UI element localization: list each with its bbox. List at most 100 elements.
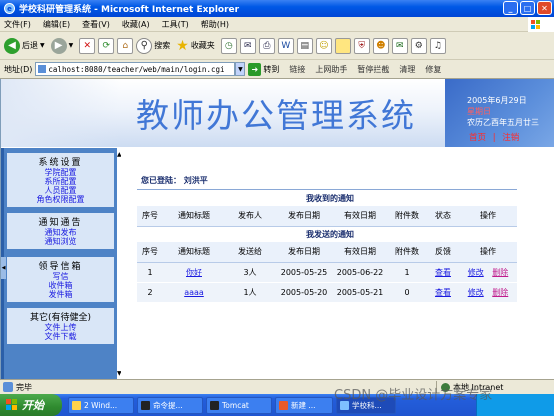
sidebar-item-outbox[interactable]: 发件箱 bbox=[7, 290, 114, 299]
watermark: CSDN @毕业设计方案专家 bbox=[334, 388, 493, 403]
sidebar-item-download[interactable]: 文件下载 bbox=[7, 332, 114, 341]
view-feedback-link[interactable]: 查看 bbox=[435, 288, 451, 297]
home-link[interactable]: 首页 bbox=[469, 133, 486, 143]
logout-link[interactable]: 注销 bbox=[502, 133, 519, 143]
popup-block-button[interactable]: 暂停拦截 bbox=[357, 64, 389, 75]
cell-actions: 修改 删除 bbox=[459, 261, 517, 282]
back-dropdown-icon[interactable]: ▼ bbox=[40, 42, 45, 49]
task-new[interactable]: 新建 ... bbox=[275, 396, 333, 414]
forward-dropdown-icon[interactable]: ▼ bbox=[69, 42, 74, 49]
sidebar-item-browse-notice[interactable]: 通知浏览 bbox=[7, 237, 114, 246]
address-label: 地址(D) bbox=[4, 64, 33, 74]
stop-icon[interactable]: ✕ bbox=[79, 37, 96, 54]
cell-feedback: 查看 bbox=[427, 281, 459, 302]
sidebar-group-title: 其它(有待健全) bbox=[29, 313, 92, 323]
sidebar-item-publish-notice[interactable]: 通知发布 bbox=[7, 228, 114, 237]
favorites-star-icon: ★ bbox=[176, 37, 189, 54]
main-content: 您已登陆： 刘洪平 我收到的通知 序号 通知标题 发布人 发布日期 有效日期 附… bbox=[121, 148, 554, 379]
qq-icon[interactable]: ☻ bbox=[372, 37, 389, 54]
home-icon[interactable]: ⌂ bbox=[117, 37, 134, 54]
table-row: 2 aaaa 1人 2005-05-20 2005-05-21 0 查看 修改 … bbox=[137, 281, 517, 302]
helper-button[interactable]: 上网助手 bbox=[315, 64, 347, 75]
edit-icon[interactable]: W bbox=[277, 37, 294, 54]
sidebar-group-title: 领导信箱 bbox=[38, 262, 83, 272]
tools-icon[interactable]: ⚙ bbox=[410, 37, 427, 54]
menu-help[interactable]: 帮助(H) bbox=[201, 19, 229, 30]
notice-title-link[interactable]: 你好 bbox=[186, 268, 202, 277]
maximize-button[interactable]: □ bbox=[520, 1, 535, 15]
sidebar-item-write[interactable]: 写信 bbox=[7, 272, 114, 281]
close-button[interactable]: ✕ bbox=[537, 1, 552, 15]
windows-logo-icon bbox=[528, 17, 554, 32]
forward-button[interactable]: ▶ ▼ bbox=[50, 37, 74, 54]
mail2-icon[interactable]: ✉ bbox=[391, 37, 408, 54]
sidebar-item-dept-config[interactable]: 系所配置 bbox=[7, 177, 114, 186]
sidebar-item-inbox[interactable]: 收件箱 bbox=[7, 281, 114, 290]
messenger-icon[interactable]: ☺ bbox=[315, 37, 332, 54]
sidebar-collapse-icon[interactable]: ◀ bbox=[1, 257, 6, 279]
delete-link[interactable]: 删除 bbox=[492, 268, 508, 277]
start-button[interactable]: 开始 bbox=[0, 394, 62, 416]
window-titlebar: e 学校科研管理系统 - Microsoft Internet Explorer… bbox=[0, 0, 554, 17]
notes-icon[interactable] bbox=[334, 37, 351, 54]
task-cmd[interactable]: 命令提... bbox=[137, 396, 203, 414]
view-feedback-link[interactable]: 查看 bbox=[435, 268, 451, 277]
weekday-text: 星期日 bbox=[467, 107, 491, 116]
sidebar-item-role-config[interactable]: 角色权限配置 bbox=[7, 195, 114, 204]
menu-file[interactable]: 文件(F) bbox=[4, 19, 31, 30]
back-arrow-icon: ◀ bbox=[4, 37, 20, 54]
repair-button[interactable]: 修复 bbox=[425, 64, 441, 75]
menu-favorites[interactable]: 收藏(A) bbox=[122, 19, 150, 30]
sidebar-item-college-config[interactable]: 学院配置 bbox=[7, 168, 114, 177]
table-header-row: 序号 通知标题 发送给 发布日期 有效日期 附件数 反馈 操作 bbox=[137, 242, 517, 263]
col-header: 通知标题 bbox=[163, 242, 225, 263]
cell-feedback: 查看 bbox=[427, 261, 459, 282]
cell-pub-date: 2005-05-20 bbox=[275, 281, 333, 302]
start-label: 开始 bbox=[22, 399, 44, 412]
minimize-button[interactable]: _ bbox=[503, 1, 518, 15]
clean-button[interactable]: 清理 bbox=[399, 64, 415, 75]
col-header: 有效日期 bbox=[333, 242, 387, 263]
back-label: 后退 bbox=[22, 41, 38, 50]
menu-edit[interactable]: 编辑(E) bbox=[43, 19, 70, 30]
search-button[interactable]: ⚲ 搜索 bbox=[136, 37, 170, 54]
task-tomcat[interactable]: Tomcat bbox=[206, 396, 272, 414]
go-button[interactable]: ➜ 转到 bbox=[248, 62, 279, 76]
menu-tools[interactable]: 工具(T) bbox=[162, 19, 189, 30]
discuss-icon[interactable]: ▤ bbox=[296, 37, 313, 54]
cell-actions: 修改 删除 bbox=[459, 281, 517, 302]
address-bar: 地址(D) calhost:8080/teacher/web/main/logi… bbox=[0, 60, 554, 79]
history-icon[interactable]: ◷ bbox=[220, 37, 237, 54]
print-icon[interactable]: ⎙ bbox=[258, 37, 275, 54]
notice-title-link[interactable]: aaaa bbox=[184, 288, 204, 297]
col-header: 发布日期 bbox=[275, 206, 333, 227]
lunar-date-text: 农历乙酉年五月廿三 bbox=[467, 118, 539, 127]
sidebar-group-system: 系统设置 学院配置 系所配置 人员配置 角色权限配置 bbox=[7, 153, 114, 207]
url-input[interactable]: calhost:8080/teacher/web/main/login.cgi bbox=[35, 62, 236, 76]
url-dropdown-icon[interactable]: ▼ bbox=[235, 62, 246, 76]
edit-link[interactable]: 修改 bbox=[468, 268, 484, 277]
sidebar-item-staff-config[interactable]: 人员配置 bbox=[7, 186, 114, 195]
menu-view[interactable]: 查看(V) bbox=[82, 19, 110, 30]
task-explorer[interactable]: 2 Wind... bbox=[68, 396, 134, 414]
sound-icon[interactable]: ♫ bbox=[429, 37, 446, 54]
favorites-button[interactable]: ★ 收藏夹 bbox=[176, 38, 215, 54]
welcome-text: 您已登陆： 刘洪平 bbox=[141, 175, 208, 186]
refresh-icon[interactable]: ⟳ bbox=[98, 37, 115, 54]
page-viewport: 教师办公管理系统 2005年6月29日 星期日 农历乙酉年五月廿三 首页 | 注… bbox=[0, 79, 554, 379]
console-icon bbox=[210, 400, 219, 410]
shield-icon[interactable]: ⛨ bbox=[353, 37, 370, 54]
menu-bar: 文件(F) 编辑(E) 查看(V) 收藏(A) 工具(T) 帮助(H) bbox=[0, 17, 554, 32]
mail-icon[interactable]: ✉ bbox=[239, 37, 256, 54]
console-icon bbox=[141, 400, 150, 410]
back-button[interactable]: ◀ 后退 ▼ bbox=[4, 37, 45, 54]
edit-link[interactable]: 修改 bbox=[468, 288, 484, 297]
search-icon: ⚲ bbox=[136, 37, 153, 54]
window-title: 学校科研管理系统 - Microsoft Internet Explorer bbox=[19, 5, 240, 15]
links-button[interactable]: 链接 bbox=[289, 64, 305, 75]
delete-link[interactable]: 删除 bbox=[492, 288, 508, 297]
sidebar-item-upload[interactable]: 文件上传 bbox=[7, 323, 114, 332]
window-controls: _ □ ✕ bbox=[503, 1, 552, 15]
cell-title: 你好 bbox=[163, 261, 225, 282]
cell-valid-date: 2005-06-22 bbox=[333, 261, 387, 282]
